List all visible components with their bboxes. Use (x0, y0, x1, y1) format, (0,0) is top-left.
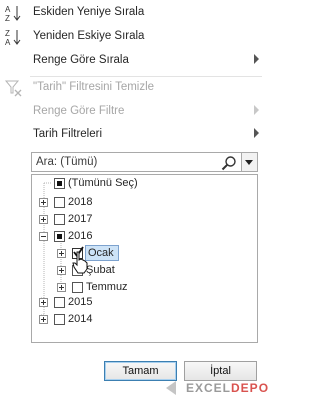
tree-item-select-all[interactable]: (Tümünü Seç) (32, 175, 257, 191)
menu-label: Tarih Filtreleri (33, 128, 103, 140)
menu-item-sort-ascending[interactable]: A Z Eskiden Yeniye Sırala (0, 2, 268, 24)
submenu-arrow-icon (254, 54, 259, 64)
tree-item-month-subat[interactable]: Şubat (32, 262, 257, 278)
tree-item-label: 2015 (68, 296, 93, 308)
tree-item-label: 2017 (68, 213, 93, 225)
watermark-logo: EXCELDEPO (164, 378, 268, 398)
expand-icon[interactable] (57, 249, 66, 258)
tree-item-month-ocak[interactable]: Ocak (32, 245, 257, 261)
tree-item-year-2016[interactable]: 2016 (32, 228, 257, 244)
hand-cursor-icon (72, 251, 88, 274)
submenu-arrow-icon (254, 105, 259, 115)
expand-icon[interactable] (57, 283, 66, 292)
checkbox[interactable] (54, 297, 65, 308)
svg-text:A: A (5, 38, 11, 46)
tree-item-year-2017[interactable]: 2017 (32, 211, 257, 227)
submenu-arrow-icon (254, 128, 259, 138)
checkbox[interactable] (54, 197, 65, 208)
menu-label: Eskiden Yeniye Sırala (33, 6, 145, 18)
expand-icon[interactable] (57, 266, 66, 275)
menu-label: "Tarih" Filtresini Temizle (33, 81, 155, 93)
watermark-text-accent: DEPO (231, 381, 270, 395)
search-dropdown-button[interactable] (241, 153, 257, 171)
tree-item-year-2015[interactable]: 2015 (32, 294, 257, 310)
expand-icon[interactable] (39, 215, 48, 224)
tree-item-month-temmuz[interactable]: Temmuz (32, 279, 257, 295)
collapse-icon[interactable] (39, 232, 48, 241)
sort-descending-icon: Z A (5, 29, 21, 46)
tree-item-label: 2014 (68, 313, 93, 325)
menu-item-date-filters[interactable]: Tarih Filtreleri (0, 124, 268, 146)
search-icon (221, 156, 236, 171)
search-box[interactable]: Ara: (Tümü) (31, 152, 258, 172)
svg-text:A: A (5, 5, 11, 14)
tree-item-year-2014[interactable]: 2014 (32, 311, 257, 327)
tree-item-label: 2016 (68, 230, 93, 242)
menu-item-sort-descending[interactable]: Z A Yeniden Eskiye Sırala (0, 26, 268, 48)
menu-item-clear-filter: "Tarih" Filtresini Temizle (0, 77, 268, 99)
search-input[interactable]: Ara: (Tümü) (36, 156, 97, 168)
watermark-arrow-icon (166, 381, 176, 395)
svg-text:Z: Z (5, 29, 10, 38)
tree-item-label: Şubat (86, 264, 115, 276)
watermark-text: EXCELDEPO (186, 381, 269, 395)
tree-item-label: Ocak (88, 247, 114, 259)
menu-item-filter-by-color: Renge Göre Filtre (0, 101, 268, 123)
tree-item-label: 2018 (68, 196, 93, 208)
menu-item-sort-by-color[interactable]: Renge Göre Sırala (0, 50, 268, 72)
expand-icon[interactable] (39, 198, 48, 207)
checkbox[interactable] (54, 231, 65, 242)
menu-label: Renge Göre Sırala (33, 54, 129, 66)
sort-ascending-icon: A Z (5, 5, 21, 22)
checkbox[interactable] (72, 282, 83, 293)
filter-menu: A Z Eskiden Yeniye Sırala Z A Yeniden Es… (0, 0, 268, 400)
checkbox[interactable] (54, 214, 65, 225)
checkbox[interactable] (54, 178, 65, 189)
clear-filter-icon (4, 80, 22, 97)
expand-icon[interactable] (39, 298, 48, 307)
svg-text:Z: Z (5, 14, 10, 22)
tree-item-year-2018[interactable]: 2018 (32, 194, 257, 210)
watermark-text-pre: EXCEL (186, 381, 232, 395)
tree-item-label: Temmuz (86, 281, 128, 293)
filter-tree: (Tümünü Seç) 2018 2017 2016 Ocak Şubat T… (31, 174, 258, 343)
menu-label: Renge Göre Filtre (33, 105, 125, 117)
expand-icon[interactable] (39, 315, 48, 324)
tree-item-label: (Tümünü Seç) (68, 177, 138, 189)
menu-label: Yeniden Eskiye Sırala (33, 30, 145, 42)
checkbox[interactable] (54, 314, 65, 325)
